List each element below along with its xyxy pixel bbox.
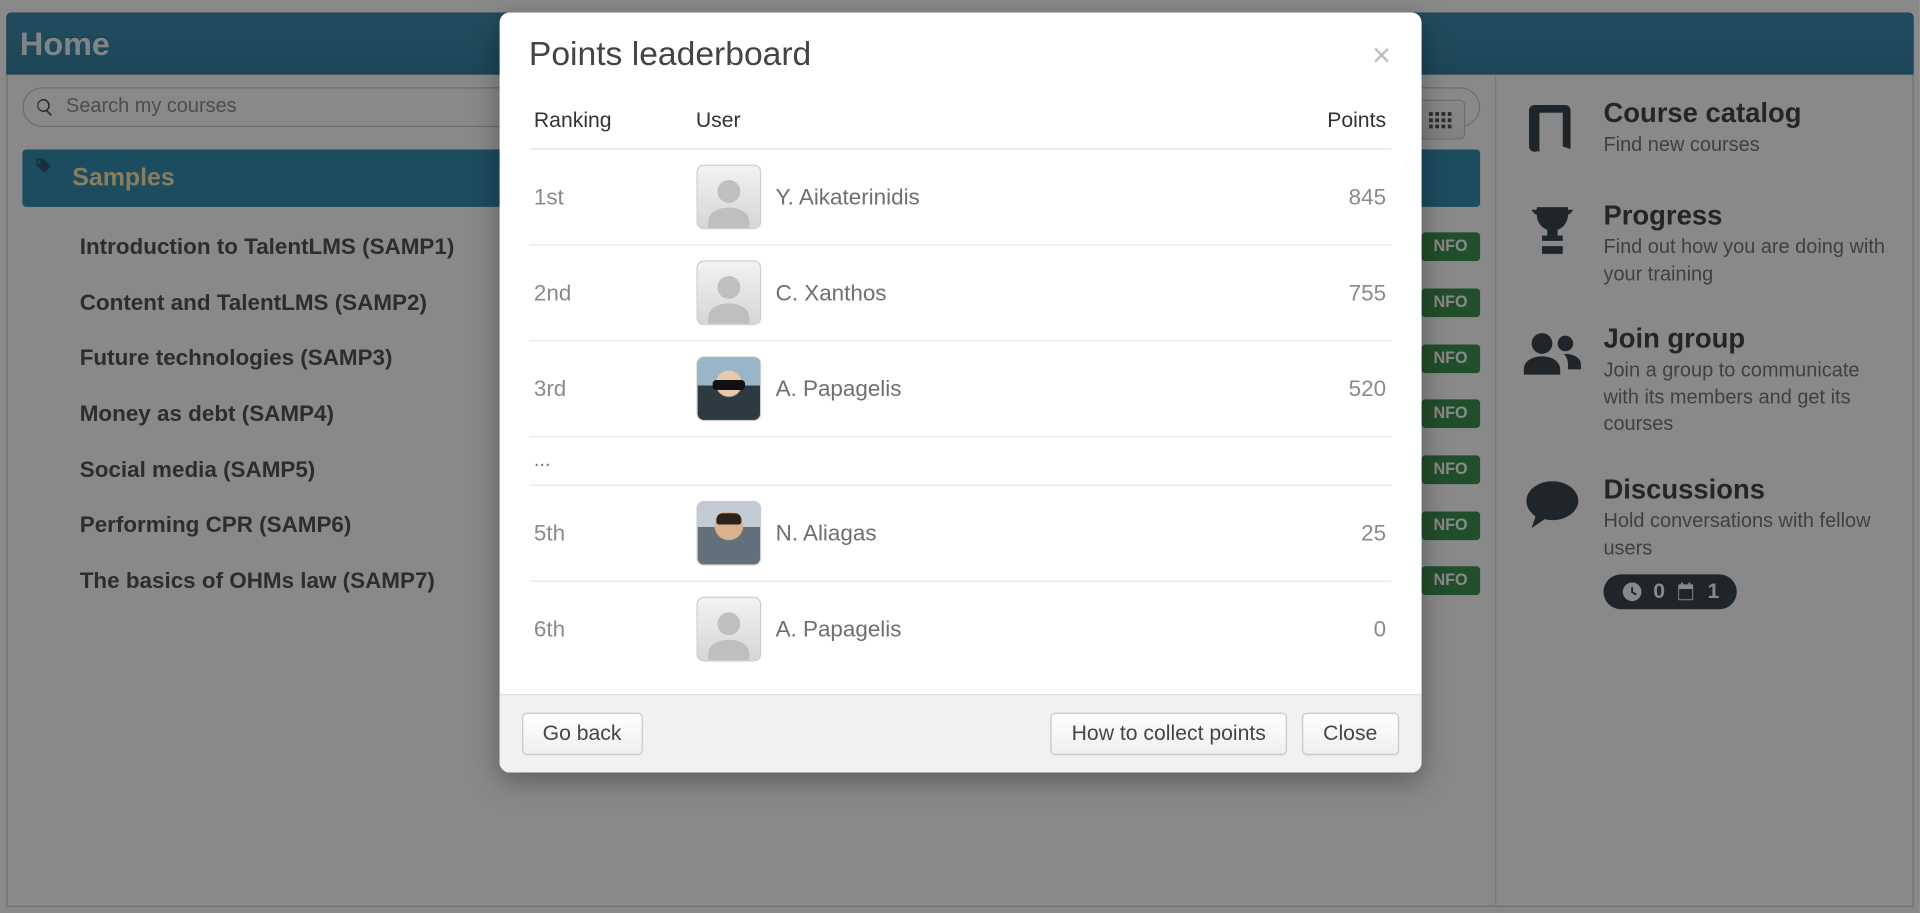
col-points-header: Points [1274,108,1386,133]
rank-cell: 5th [534,520,696,546]
leaderboard-row: 3rd A. Papagelis 520 [529,341,1391,437]
leaderboard-ellipsis: ... [529,437,1391,486]
modal-body: Ranking User Points 1st Y. Aikaterinidis… [499,91,1421,694]
user-name: C. Xanthos [776,280,887,306]
leaderboard-row: 6th A. Papagelis 0 [529,582,1391,677]
col-user-header: User [696,108,1274,133]
points-cell: 755 [1274,280,1386,306]
close-icon[interactable]: × [1372,38,1391,70]
points-cell: 845 [1274,184,1386,210]
avatar [696,260,761,325]
points-cell: 520 [1274,376,1386,402]
user-name: Y. Aikaterinidis [776,184,920,210]
user-name: A. Papagelis [776,616,902,642]
modal-header: Points leaderboard × [499,12,1421,90]
leaderboard-row: 1st Y. Aikaterinidis 845 [529,150,1391,246]
rank-cell: 2nd [534,280,696,306]
points-cell: 0 [1274,616,1386,642]
modal-title: Points leaderboard [529,35,811,74]
rank-cell: 6th [534,616,696,642]
user-name: N. Aliagas [776,520,877,546]
rank-cell: 1st [534,184,696,210]
points-cell: 25 [1274,520,1386,546]
leaderboard-row: 5th N. Aliagas 25 [529,486,1391,582]
go-back-button[interactable]: Go back [521,713,642,755]
leaderboard-modal: Points leaderboard × Ranking User Points… [499,12,1421,772]
rank-cell: 3rd [534,376,696,402]
close-button[interactable]: Close [1302,713,1399,755]
modal-footer: Go back How to collect points Close [499,694,1421,772]
avatar [696,597,761,662]
avatar [696,356,761,421]
avatar [696,164,761,229]
leaderboard-row: 2nd C. Xanthos 755 [529,245,1391,341]
user-name: A. Papagelis [776,376,902,402]
howto-button[interactable]: How to collect points [1050,713,1287,755]
avatar [696,501,761,566]
leaderboard-head: Ranking User Points [529,91,1391,150]
col-rank-header: Ranking [534,108,696,133]
